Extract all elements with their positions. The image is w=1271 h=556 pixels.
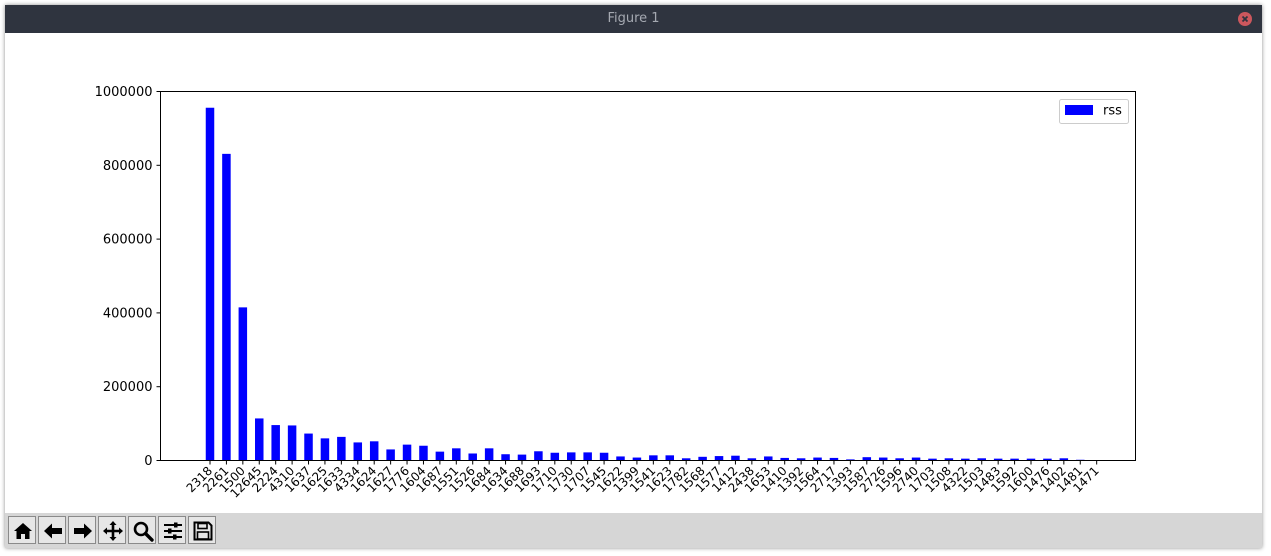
bar bbox=[484, 448, 494, 461]
configure-subplots-button[interactable] bbox=[158, 516, 186, 544]
bar bbox=[566, 452, 576, 461]
legend: rss bbox=[1059, 99, 1129, 124]
bar bbox=[550, 452, 560, 461]
bar bbox=[402, 444, 412, 461]
bar bbox=[304, 433, 313, 461]
zoom-button[interactable] bbox=[128, 516, 156, 544]
bar bbox=[583, 452, 592, 461]
bar bbox=[255, 418, 264, 461]
bar bbox=[534, 451, 543, 461]
axes-frame bbox=[160, 91, 1136, 461]
bar bbox=[369, 441, 379, 461]
plot-area: 0 200000 400000 600000 800000 1000000 2318226… bbox=[95, 85, 1136, 501]
plot-canvas: 0 200000 400000 600000 800000 1000000 2318226… bbox=[95, 85, 1136, 501]
home-icon bbox=[14, 523, 32, 539]
configure-subplots-icon bbox=[164, 522, 182, 540]
bar bbox=[731, 455, 740, 461]
back-arrow-icon bbox=[44, 523, 62, 539]
bar bbox=[616, 456, 625, 461]
title-bar[interactable]: Figure 1 bbox=[5, 5, 1262, 33]
bar bbox=[599, 452, 609, 461]
bar bbox=[501, 454, 510, 461]
bar bbox=[435, 451, 445, 461]
y-tick-label: 0 bbox=[144, 454, 152, 469]
save-icon bbox=[193, 521, 213, 541]
y-axis: 0 200000 400000 600000 800000 1000000 bbox=[95, 85, 161, 469]
figure-window: Figure 1 0 200000 400000 600000 800000 100000… bbox=[5, 5, 1262, 548]
close-button[interactable] bbox=[1238, 12, 1252, 26]
bar bbox=[238, 307, 248, 461]
window-title: Figure 1 bbox=[607, 11, 660, 26]
pan-icon bbox=[103, 521, 123, 541]
bar bbox=[714, 456, 724, 461]
x-axis: 2318226115001264522244310163716251633433… bbox=[184, 460, 1102, 501]
bar bbox=[222, 153, 231, 461]
bar bbox=[320, 438, 330, 461]
legend-label: rss bbox=[1103, 104, 1122, 119]
bar bbox=[468, 453, 477, 461]
home-button[interactable] bbox=[8, 516, 36, 544]
forward-arrow-button[interactable] bbox=[68, 516, 96, 544]
legend-swatch bbox=[1065, 105, 1093, 115]
bar bbox=[665, 455, 675, 461]
bar bbox=[386, 449, 395, 461]
back-arrow-button[interactable] bbox=[38, 516, 66, 544]
zoom-icon bbox=[133, 521, 154, 542]
y-tick-label: 800000 bbox=[103, 159, 153, 174]
bar-series bbox=[205, 107, 1085, 461]
bar bbox=[287, 425, 297, 461]
bar bbox=[353, 442, 363, 461]
bar bbox=[205, 107, 215, 461]
save-button[interactable] bbox=[188, 516, 216, 544]
bar bbox=[698, 456, 707, 461]
bar bbox=[517, 454, 527, 461]
navigation-toolbar bbox=[5, 513, 1262, 548]
bar bbox=[452, 448, 461, 461]
bar bbox=[649, 455, 658, 461]
bar bbox=[419, 445, 428, 461]
y-tick-label: 1000000 bbox=[95, 85, 153, 100]
y-tick-label: 400000 bbox=[103, 306, 153, 321]
bar bbox=[764, 456, 773, 461]
forward-arrow-icon bbox=[74, 523, 92, 539]
y-tick-label: 200000 bbox=[103, 380, 153, 395]
bar bbox=[271, 425, 280, 461]
y-tick-label: 600000 bbox=[103, 233, 153, 248]
close-icon bbox=[1241, 15, 1249, 23]
bar bbox=[337, 436, 346, 461]
pan-button[interactable] bbox=[98, 516, 126, 544]
